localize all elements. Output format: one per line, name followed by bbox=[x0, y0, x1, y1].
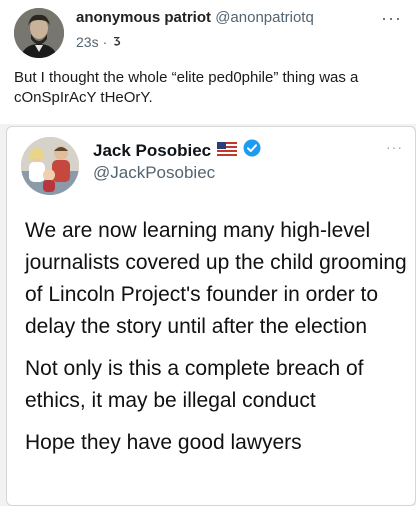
quoted-tweet[interactable]: Jack Posobiec @JackPosobiec ··· We are n… bbox=[6, 126, 416, 506]
tweet-text: But I thought the whole “elite ped0phile… bbox=[14, 69, 359, 106]
meta-separator: · bbox=[102, 34, 108, 50]
more-options-icon[interactable]: ··· bbox=[386, 139, 403, 155]
author-handle[interactable]: @anonpatriotq bbox=[215, 9, 314, 26]
avatar[interactable] bbox=[21, 137, 79, 195]
outer-tweet: anonymous patriot @anonpatriotq 23s · ··… bbox=[0, 0, 416, 124]
avatar[interactable] bbox=[14, 8, 64, 58]
verified-badge-icon bbox=[243, 139, 261, 162]
quoted-author-line: Jack Posobiec bbox=[93, 139, 261, 162]
outer-author-line: anonymous patriot @anonpatriotq bbox=[76, 9, 314, 27]
author-name[interactable]: anonymous patriot bbox=[76, 9, 211, 26]
audience-icon bbox=[111, 34, 123, 50]
us-flag-icon bbox=[217, 141, 238, 161]
quoted-paragraph: We are now learning many high-level jour… bbox=[25, 219, 407, 338]
tweet-meta: 23s · bbox=[76, 34, 123, 50]
quoted-author-name[interactable]: Jack Posobiec bbox=[93, 141, 211, 161]
quoted-paragraph: Not only is this a complete breach of et… bbox=[25, 357, 364, 412]
more-options-icon[interactable]: ··· bbox=[381, 8, 402, 29]
quoted-paragraph: Hope they have good lawyers bbox=[25, 431, 302, 454]
portrait-avatar-image bbox=[14, 8, 64, 58]
timestamp[interactable]: 23s bbox=[76, 34, 99, 50]
quoted-tweet-body: We are now learning many high-level jour… bbox=[25, 215, 413, 469]
family-photo-avatar-image bbox=[21, 137, 79, 195]
quoted-author-handle[interactable]: @JackPosobiec bbox=[93, 163, 215, 183]
